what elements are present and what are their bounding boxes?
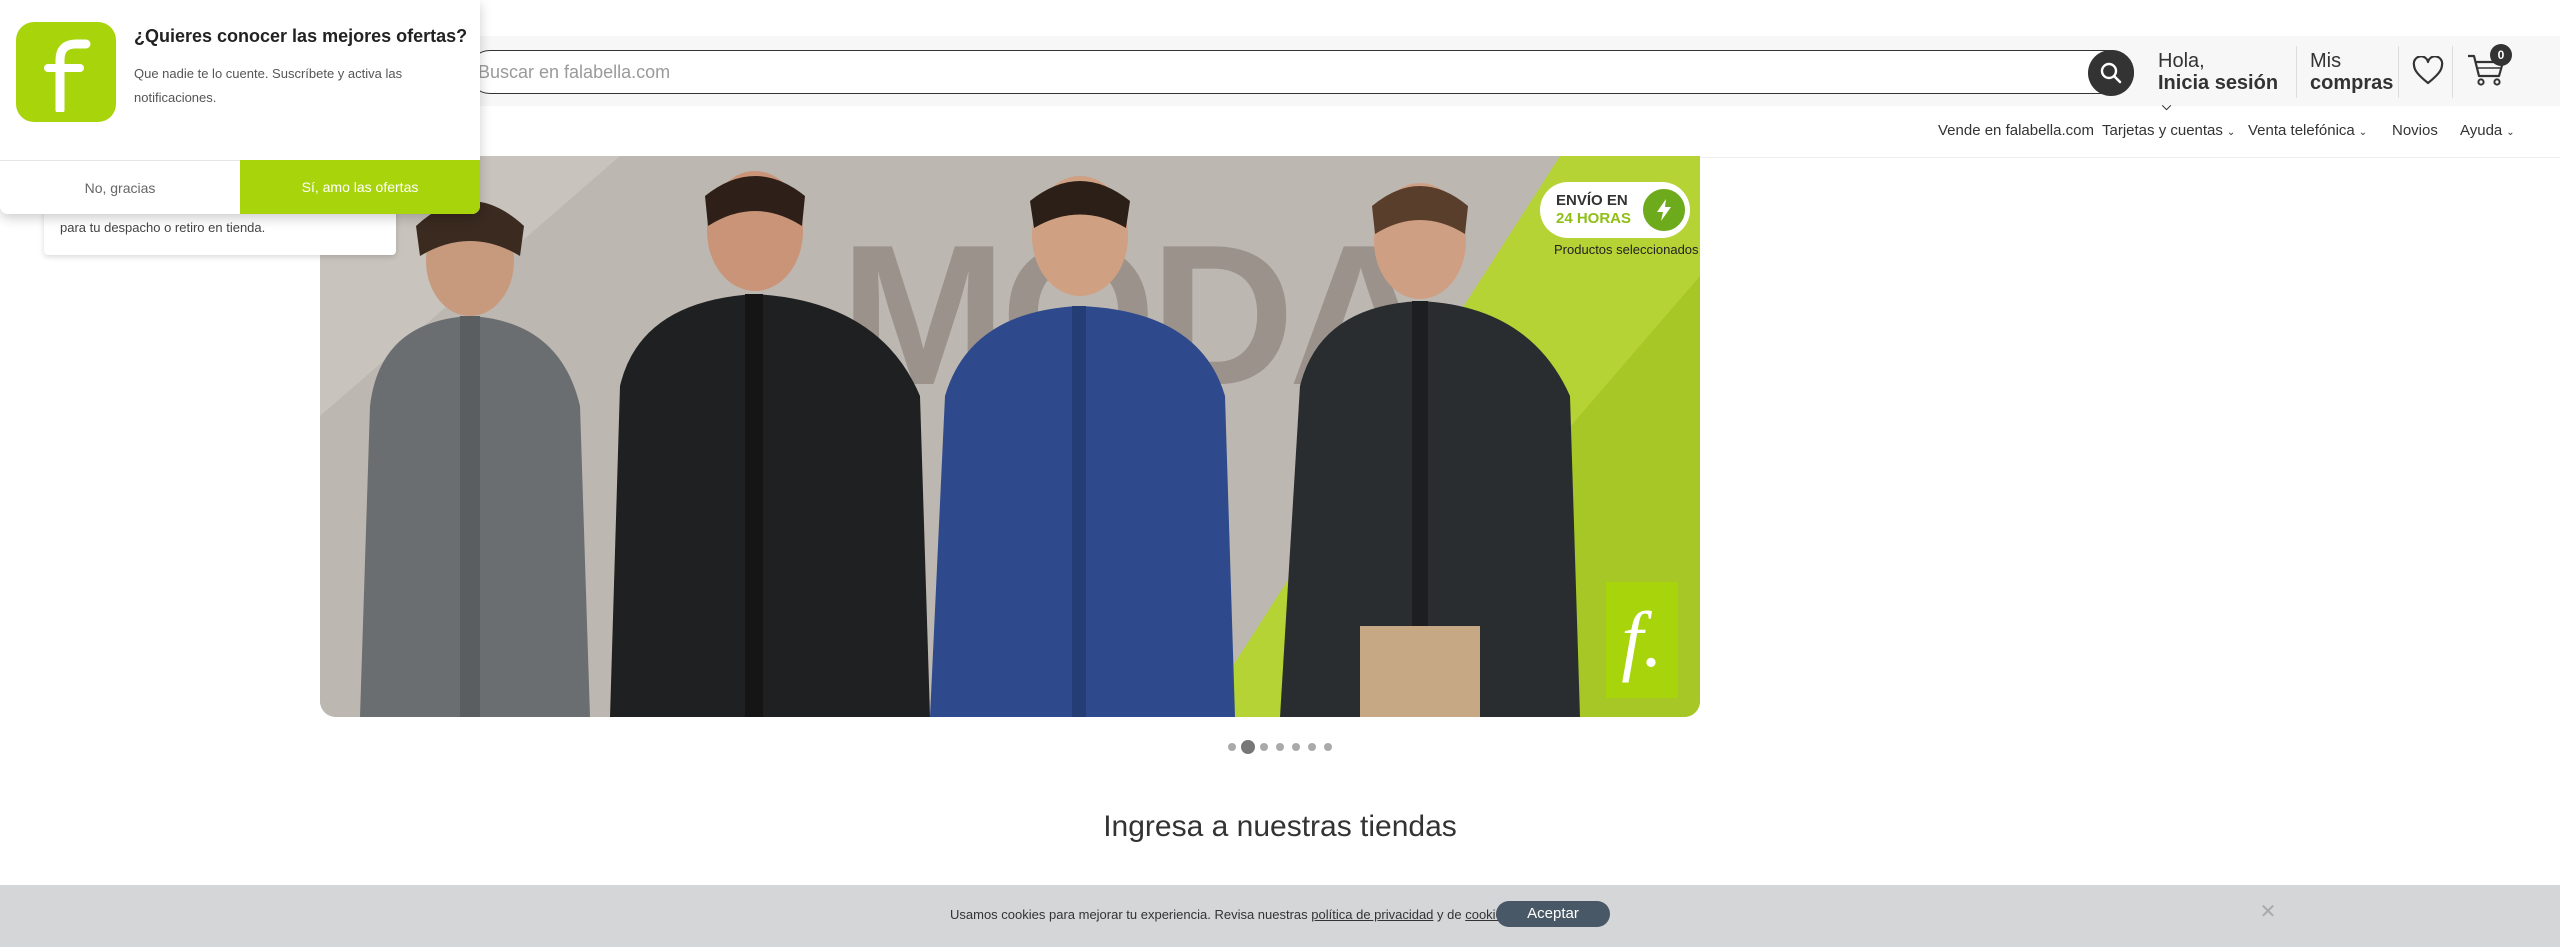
models-illustration [360,171,1580,717]
nav-phone-sales[interactable]: Venta telefónica ⌄ [2248,122,2367,144]
carousel-dot[interactable] [1276,743,1284,751]
falabella-logo: f. [1606,582,1678,698]
orders-line1: Mis [2310,50,2342,72]
nav-help-label: Ayuda [2460,122,2503,139]
chevron-down-icon: ⌄ [2226,127,2236,138]
carousel-dot[interactable] [1260,743,1268,751]
nav-wedding[interactable]: Novios [2392,122,2438,144]
account-greeting: Hola, [2158,50,2205,72]
nav-wedding-label: Novios [2392,122,2438,139]
shipping-badge-sub: Productos seleccionados [1554,242,1699,257]
carousel-dot[interactable] [1228,743,1236,751]
search-input[interactable] [478,57,2078,87]
carousel-dot[interactable] [1324,743,1332,751]
carousel-dot[interactable] [1292,743,1300,751]
accept-cookies-button[interactable]: Aceptar [1496,901,1610,927]
privacy-policy-link[interactable]: política de privacidad [1311,907,1433,922]
cookie-message: Usamos cookies para mejorar tu experienc… [950,907,1513,922]
divider [2296,46,2297,98]
nav-sell-label: Vende en falabella.com [1938,122,2094,139]
cookie-text-before: Usamos cookies para mejorar tu experienc… [950,907,1312,922]
heart-icon [2412,55,2444,85]
nav-sell[interactable]: Vende en falabella.com [1938,122,2094,144]
notification-popup: ¿Quieres conocer las mejores ofertas? Qu… [0,0,480,214]
divider [2452,46,2453,98]
chevron-down-icon: ⌄ [2506,127,2515,138]
search-icon [2100,62,2122,84]
chevron-down-icon: ⌵ [2162,98,2172,113]
lightning-icon [1640,186,1688,234]
divider [2398,46,2399,98]
my-orders-link[interactable]: Mis compras [2310,50,2394,96]
shipping-badge-line2: 24 HORAS [1556,210,1632,227]
popup-body: Que nadie te lo cuente. Suscríbete y act… [134,66,403,105]
close-icon[interactable]: ✕ [2258,902,2278,922]
hero-banner[interactable]: MODA ENVÍO EN 24 HORAS [320,156,1700,717]
location-card-text: para tu despacho o retiro en tienda. [60,220,266,235]
carousel-dot[interactable] [1308,743,1316,751]
carousel-dot-active[interactable] [1241,740,1255,754]
login-label: Inicia sesión [2158,72,2279,94]
nav-cards-label: Tarjetas y cuentas [2102,122,2223,139]
orders-line2: compras [2310,72,2394,94]
login-link[interactable]: Inicia sesión ⌵ [2158,72,2290,117]
chevron-down-icon: ⌄ [2358,127,2368,138]
popup-title: ¿Quieres conocer las mejores ofertas? [134,26,468,46]
cookie-text-middle: y de [1433,907,1466,922]
decline-notifications-button[interactable]: No, gracias [0,160,240,214]
search-button[interactable] [2088,50,2134,96]
nav-cards[interactable]: Tarjetas y cuentas ⌄ [2102,122,2235,144]
accept-notifications-button[interactable]: Sí, amo las ofertas [240,160,480,214]
page: Hola, Inicia sesión ⌵ Mis compras 0 Vende… [0,0,2560,947]
cart-count-badge: 0 [2490,44,2512,66]
falabella-app-icon [16,22,116,122]
nav-help[interactable]: Ayuda ⌄ [2460,122,2515,144]
account-menu[interactable]: Hola, Inicia sesión ⌵ [2158,50,2290,113]
section-title: Ingresa a nuestras tiendas [1103,810,1457,843]
shipping-badge-line1: ENVÍO EN [1556,192,1628,209]
wishlist-button[interactable] [2412,55,2444,86]
nav-phone-sales-label: Venta telefónica [2248,122,2355,139]
shipping-badge: ENVÍO EN 24 HORAS [1540,182,1690,238]
